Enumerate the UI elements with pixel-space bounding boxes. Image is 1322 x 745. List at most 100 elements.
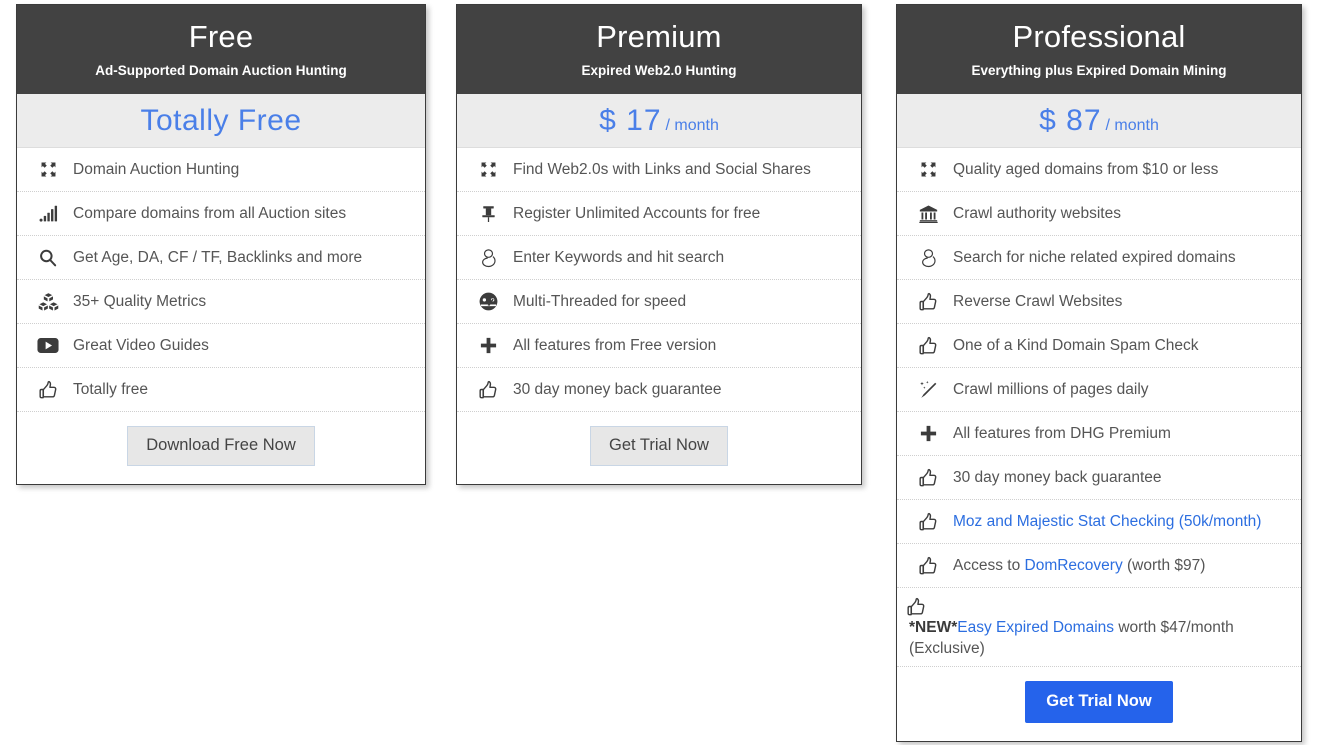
price-amount-free: Totally Free [140, 103, 302, 137]
feature-label: *NEW*Easy Expired Domains worth $47/mont… [899, 617, 1295, 659]
thumbs-up-icon [31, 380, 65, 400]
expand-arrows-icon [911, 160, 945, 179]
google-g-icon [471, 247, 505, 269]
list-item: All features from DHG Premium [897, 412, 1301, 456]
expand-arrows-icon [31, 160, 65, 179]
feature-label: Multi-Threaded for speed [513, 293, 687, 310]
signal-bars-icon [31, 204, 65, 223]
list-item: Crawl millions of pages daily [897, 368, 1301, 412]
feature-label: One of a Kind Domain Spam Check [953, 337, 1199, 354]
speedometer-icon [471, 291, 505, 312]
thumbs-up-icon [911, 336, 945, 356]
price-band-free: Totally Free [17, 94, 425, 148]
pricing-card-free: Free Ad-Supported Domain Auction Hunting… [16, 4, 426, 485]
feature-label: Moz and Majestic Stat Checking (50k/mont… [945, 511, 1261, 532]
plan-name-free: Free [188, 19, 254, 54]
feature-prefix: Access to [953, 557, 1025, 574]
list-item: Reverse Crawl Websites [897, 280, 1301, 324]
feature-label: Get Age, DA, CF / TF, Backlinks and more [73, 249, 363, 266]
list-item: Compare domains from all Auction sites [17, 192, 425, 236]
pricing-card-premium: Premium Expired Web2.0 Hunting $ 17 / mo… [456, 4, 862, 485]
get-trial-now-button-premium[interactable]: Get Trial Now [590, 426, 728, 466]
price-amount-premium: $ 17 [599, 103, 662, 137]
list-item: Multi-Threaded for speed [457, 280, 861, 324]
plus-icon [911, 424, 945, 443]
thumbs-up-icon [911, 292, 945, 312]
thumbs-up-icon [911, 512, 945, 532]
feature-list-free: Domain Auction Hunting Compare domains f… [17, 148, 425, 484]
list-item: Totally free [17, 368, 425, 412]
plan-name-premium: Premium [596, 19, 722, 54]
list-item: Access to DomRecovery (worth $97) [897, 544, 1301, 588]
plan-name-professional: Professional [1012, 19, 1186, 54]
feature-label: Compare domains from all Auction sites [73, 205, 347, 222]
list-item: Moz and Majestic Stat Checking (50k/mont… [897, 500, 1301, 544]
feature-label: Register Unlimited Accounts for free [513, 205, 761, 222]
feature-label: Domain Auction Hunting [73, 161, 240, 178]
cta-row-premium: Get Trial Now [457, 412, 861, 484]
google-g-icon [911, 247, 945, 269]
play-button-icon [31, 337, 65, 354]
pricing-table: Free Ad-Supported Domain Auction Hunting… [0, 0, 1322, 745]
feature-label: Crawl authority websites [953, 205, 1121, 222]
plus-icon [471, 336, 505, 355]
moz-majestic-link[interactable]: Moz and Majestic Stat Checking (50k/mont… [953, 513, 1261, 530]
plan-tagline-premium: Expired Web2.0 Hunting [581, 63, 737, 78]
list-item: *NEW*Easy Expired Domains worth $47/mont… [897, 588, 1301, 667]
feature-list-professional: Quality aged domains from $10 or less Cr… [897, 148, 1301, 741]
price-period-premium: / month [665, 116, 719, 134]
cta-row-free: Download Free Now [17, 412, 425, 484]
get-trial-now-button-professional[interactable]: Get Trial Now [1025, 681, 1173, 723]
feature-label: Search for niche related expired domains [953, 249, 1236, 266]
list-item: Enter Keywords and hit search [457, 236, 861, 280]
pushpin-icon [471, 204, 505, 224]
thumbs-up-icon [911, 556, 945, 576]
price-amount-professional: $ 87 [1039, 103, 1102, 137]
cta-row-professional: Get Trial Now [897, 667, 1301, 741]
feature-label: Quality aged domains from $10 or less [953, 161, 1219, 178]
thumbs-up-icon [471, 380, 505, 400]
feature-label: 30 day money back guarantee [513, 381, 722, 398]
bank-icon [911, 204, 945, 224]
feature-label: All features from DHG Premium [953, 425, 1171, 442]
list-item: Great Video Guides [17, 324, 425, 368]
thumbs-up-icon [899, 597, 933, 617]
list-item: 30 day money back guarantee [457, 368, 861, 412]
price-band-professional: $ 87 / month [897, 94, 1301, 148]
download-free-now-button[interactable]: Download Free Now [127, 426, 315, 466]
feature-label: 35+ Quality Metrics [73, 293, 207, 310]
list-item: Crawl authority websites [897, 192, 1301, 236]
feature-label: Enter Keywords and hit search [513, 249, 725, 266]
pricing-card-professional: Professional Everything plus Expired Dom… [896, 4, 1302, 742]
magnifier-icon [31, 248, 65, 268]
cubes-icon [31, 291, 65, 312]
list-item: Quality aged domains from $10 or less [897, 148, 1301, 192]
feature-label: Reverse Crawl Websites [953, 293, 1123, 310]
feature-label: All features from Free version [513, 337, 717, 354]
feature-label: Totally free [73, 381, 148, 398]
domrecovery-link[interactable]: DomRecovery [1025, 557, 1123, 574]
thumbs-up-icon [911, 468, 945, 488]
list-item: Find Web2.0s with Links and Social Share… [457, 148, 861, 192]
easy-expired-domains-link[interactable]: Easy Expired Domains [957, 619, 1114, 636]
list-item: Search for niche related expired domains [897, 236, 1301, 280]
feature-label: Great Video Guides [73, 337, 209, 354]
card-header-professional: Professional Everything plus Expired Dom… [897, 5, 1301, 94]
list-item: All features from Free version [457, 324, 861, 368]
list-item: 35+ Quality Metrics [17, 280, 425, 324]
new-badge-text: *NEW* [909, 619, 958, 636]
feature-label: Crawl millions of pages daily [953, 381, 1149, 398]
price-band-premium: $ 17 / month [457, 94, 861, 148]
list-item: Register Unlimited Accounts for free [457, 192, 861, 236]
feature-list-premium: Find Web2.0s with Links and Social Share… [457, 148, 861, 484]
card-header-free: Free Ad-Supported Domain Auction Hunting [17, 5, 425, 94]
list-item: One of a Kind Domain Spam Check [897, 324, 1301, 368]
plan-tagline-professional: Everything plus Expired Domain Mining [971, 63, 1227, 78]
expand-arrows-icon [471, 160, 505, 179]
list-item: Domain Auction Hunting [17, 148, 425, 192]
feature-suffix: (worth $97) [1122, 557, 1206, 574]
price-period-professional: / month [1105, 116, 1159, 134]
feature-label: Find Web2.0s with Links and Social Share… [513, 161, 811, 178]
feature-label: Access to DomRecovery (worth $97) [945, 555, 1205, 576]
list-item: Get Age, DA, CF / TF, Backlinks and more [17, 236, 425, 280]
